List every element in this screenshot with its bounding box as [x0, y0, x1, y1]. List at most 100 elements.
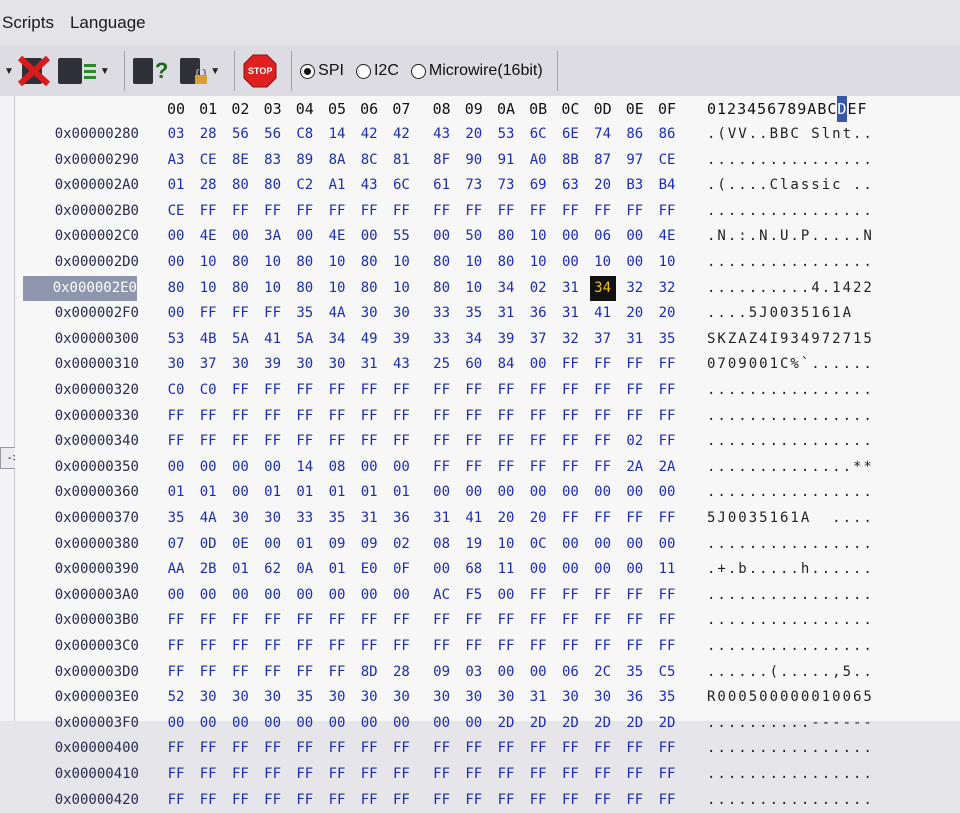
- row-address[interactable]: 0x00000400: [29, 736, 139, 761]
- byte-cell[interactable]: 00: [292, 224, 318, 249]
- byte-cell[interactable]: 20: [654, 301, 680, 326]
- byte-cell[interactable]: 03: [163, 122, 189, 147]
- byte-cell[interactable]: FF: [654, 506, 680, 531]
- byte-cell[interactable]: FF: [260, 429, 286, 454]
- byte-cell[interactable]: 4E: [324, 224, 350, 249]
- byte-cell[interactable]: 8B: [557, 148, 583, 173]
- byte-cell[interactable]: 33: [429, 327, 455, 352]
- byte-cell[interactable]: 97: [622, 148, 648, 173]
- byte-cell[interactable]: FF: [227, 378, 253, 403]
- byte-cell[interactable]: 08: [429, 532, 455, 557]
- byte-cell[interactable]: FF: [557, 378, 583, 403]
- byte-cell[interactable]: FF: [227, 199, 253, 224]
- byte-cell[interactable]: 10: [324, 276, 350, 301]
- byte-cell[interactable]: 41: [590, 301, 616, 326]
- byte-cell[interactable]: FF: [557, 429, 583, 454]
- byte-cell[interactable]: 61: [429, 173, 455, 198]
- byte-cell[interactable]: 30: [461, 685, 487, 710]
- ascii-text[interactable]: ....5J0035161A: [707, 301, 874, 326]
- byte-cell[interactable]: 6C: [388, 173, 414, 198]
- row-address[interactable]: 0x000003B0: [29, 608, 139, 633]
- byte-cell[interactable]: C2: [292, 173, 318, 198]
- byte-cell[interactable]: FF: [654, 736, 680, 761]
- byte-cell[interactable]: FF: [227, 736, 253, 761]
- byte-cell[interactable]: 31: [493, 301, 519, 326]
- byte-cell[interactable]: 39: [388, 327, 414, 352]
- row-address[interactable]: 0x00000320: [29, 378, 139, 403]
- byte-cell[interactable]: FF: [195, 788, 221, 813]
- ascii-text[interactable]: ................: [707, 762, 874, 787]
- byte-cell[interactable]: 80: [356, 250, 382, 275]
- ascii-text[interactable]: ................: [707, 199, 874, 224]
- byte-cell[interactable]: FF: [429, 634, 455, 659]
- ascii-text[interactable]: ................: [707, 250, 874, 275]
- byte-cell[interactable]: 53: [163, 327, 189, 352]
- byte-cell[interactable]: 80: [429, 276, 455, 301]
- hex-row[interactable]: 0x000002D0 00 10 80 10 80 10 80 10 80 10 80 10 00 10 00…: [15, 250, 960, 275]
- byte-cell[interactable]: 34: [461, 327, 487, 352]
- byte-cell[interactable]: 30: [324, 685, 350, 710]
- byte-cell[interactable]: 09: [429, 660, 455, 685]
- byte-cell[interactable]: 68: [461, 557, 487, 582]
- byte-cell[interactable]: FF: [195, 404, 221, 429]
- byte-cell[interactable]: 80: [292, 250, 318, 275]
- byte-cell[interactable]: FF: [163, 634, 189, 659]
- byte-cell[interactable]: CE: [195, 148, 221, 173]
- byte-cell[interactable]: 36: [622, 685, 648, 710]
- byte-cell[interactable]: 00: [461, 711, 487, 736]
- byte-cell[interactable]: 00: [163, 301, 189, 326]
- row-address[interactable]: 0x00000350: [29, 455, 139, 480]
- byte-cell[interactable]: 00: [429, 557, 455, 582]
- byte-cell[interactable]: 35: [163, 506, 189, 531]
- byte-cell[interactable]: 01: [356, 480, 382, 505]
- radio-microwire[interactable]: Microwire(16bit): [410, 62, 543, 80]
- byte-cell[interactable]: 01: [163, 173, 189, 198]
- row-address[interactable]: 0x000002E0: [23, 275, 137, 301]
- byte-cell[interactable]: 2D: [557, 711, 583, 736]
- byte-cell[interactable]: FF: [163, 762, 189, 787]
- byte-cell[interactable]: 00: [525, 660, 551, 685]
- byte-cell[interactable]: FF: [356, 736, 382, 761]
- byte-cell[interactable]: 41: [260, 327, 286, 352]
- byte-cell[interactable]: 25: [429, 352, 455, 377]
- byte-cell[interactable]: 2D: [654, 711, 680, 736]
- byte-cell[interactable]: FF: [557, 634, 583, 659]
- ascii-text[interactable]: .(....Classic ..: [707, 173, 874, 198]
- byte-cell[interactable]: 8A: [324, 148, 350, 173]
- menu-scripts[interactable]: Scripts: [0, 13, 54, 33]
- byte-cell[interactable]: B3: [622, 173, 648, 198]
- byte-cell[interactable]: 10: [324, 250, 350, 275]
- byte-cell[interactable]: 55: [388, 224, 414, 249]
- byte-cell[interactable]: FF: [324, 378, 350, 403]
- byte-cell[interactable]: FF: [324, 634, 350, 659]
- byte-cell[interactable]: FF: [461, 429, 487, 454]
- byte-cell[interactable]: FF: [388, 199, 414, 224]
- byte-cell[interactable]: FF: [324, 660, 350, 685]
- byte-cell[interactable]: FF: [356, 378, 382, 403]
- byte-cell[interactable]: CE: [163, 199, 189, 224]
- byte-cell[interactable]: FF: [622, 634, 648, 659]
- hex-row[interactable]: 0x000002E0 80 10 80 10 80 10 80 10 80 10 34 02 31 34 32…: [15, 275, 960, 301]
- byte-cell[interactable]: 00: [163, 711, 189, 736]
- byte-cell[interactable]: A0: [525, 148, 551, 173]
- row-address[interactable]: 0x00000370: [29, 506, 139, 531]
- byte-cell[interactable]: 10: [590, 250, 616, 275]
- byte-cell[interactable]: 30: [227, 506, 253, 531]
- byte-cell[interactable]: FF: [429, 762, 455, 787]
- byte-cell[interactable]: FF: [622, 788, 648, 813]
- byte-cell[interactable]: FF: [590, 199, 616, 224]
- byte-cell[interactable]: FF: [461, 736, 487, 761]
- byte-cell[interactable]: 10: [195, 250, 221, 275]
- byte-cell[interactable]: FF: [195, 429, 221, 454]
- row-address[interactable]: 0x000002A0: [29, 173, 139, 198]
- byte-cell[interactable]: 31: [557, 301, 583, 326]
- byte-cell[interactable]: 56: [260, 122, 286, 147]
- byte-cell[interactable]: FF: [163, 429, 189, 454]
- byte-cell[interactable]: 36: [388, 506, 414, 531]
- byte-cell[interactable]: FF: [163, 404, 189, 429]
- byte-cell[interactable]: 35: [622, 660, 648, 685]
- byte-cell[interactable]: 37: [195, 352, 221, 377]
- byte-cell[interactable]: 86: [654, 122, 680, 147]
- menu-language[interactable]: Language: [68, 13, 146, 33]
- byte-cell[interactable]: 80: [163, 276, 189, 301]
